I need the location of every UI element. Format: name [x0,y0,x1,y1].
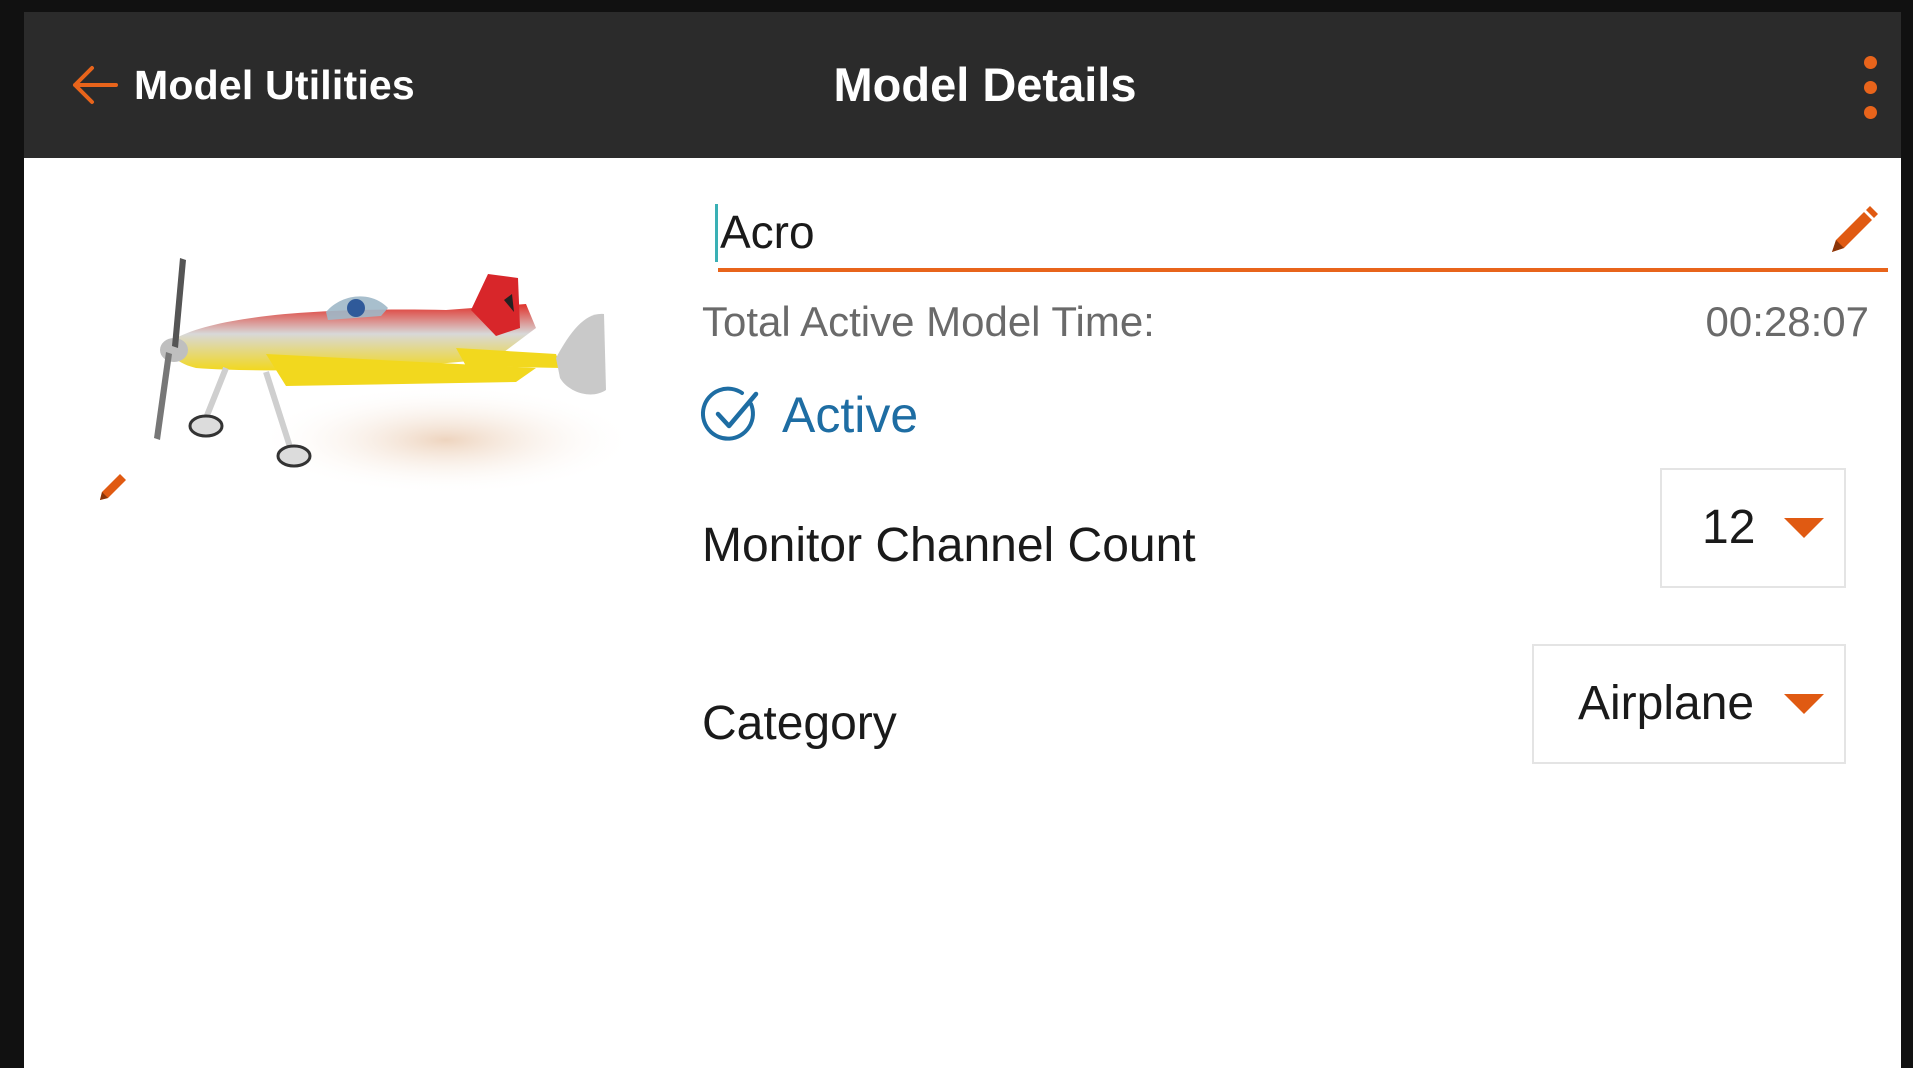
category-dropdown[interactable]: Airplane [1532,644,1846,764]
arrow-left-icon [73,66,118,104]
model-time-value: 00:28:07 [1705,298,1870,345]
model-propeller-blade [154,352,172,440]
app-frame: Model Utilities Model Details Acro Total… [0,0,1913,1068]
check-circle-icon [700,386,759,441]
channel-count-value: 12 [1702,501,1756,554]
page-title: Model Details [833,58,1137,111]
model-pilot [347,299,365,317]
active-label: Active [782,387,919,443]
caret-down-icon [1784,518,1824,538]
back-button-label: Model Utilities [134,61,415,108]
menu-dot [1864,56,1877,69]
model-name-input[interactable] [714,202,1794,262]
model-rudder [556,313,606,395]
model-time-label: Total Active Model Time: [702,298,1155,345]
pencil-icon[interactable] [96,468,132,504]
menu-dot [1864,106,1877,119]
more-vertical-icon[interactable] [1858,56,1884,132]
app-header: Model Utilities Model Details [24,12,1901,158]
model-image[interactable] [116,250,636,520]
model-wheel [276,444,312,468]
menu-dot [1864,81,1877,94]
model-shadow [256,385,636,495]
channel-count-label: Monitor Channel Count [702,519,1196,572]
caret-down-icon [1784,694,1824,714]
back-button[interactable]: Model Utilities [70,52,415,118]
text-caret [715,204,718,262]
model-stabilizer [456,348,561,368]
active-checkbox[interactable]: Active [700,382,918,448]
channel-count-dropdown[interactable]: 12 [1660,468,1846,588]
model-wheel [188,414,224,438]
category-label: Category [702,697,897,750]
pencil-icon[interactable] [1828,204,1880,256]
model-name-field[interactable] [694,192,1888,272]
category-value: Airplane [1578,677,1755,730]
model-name-underline [718,268,1888,272]
